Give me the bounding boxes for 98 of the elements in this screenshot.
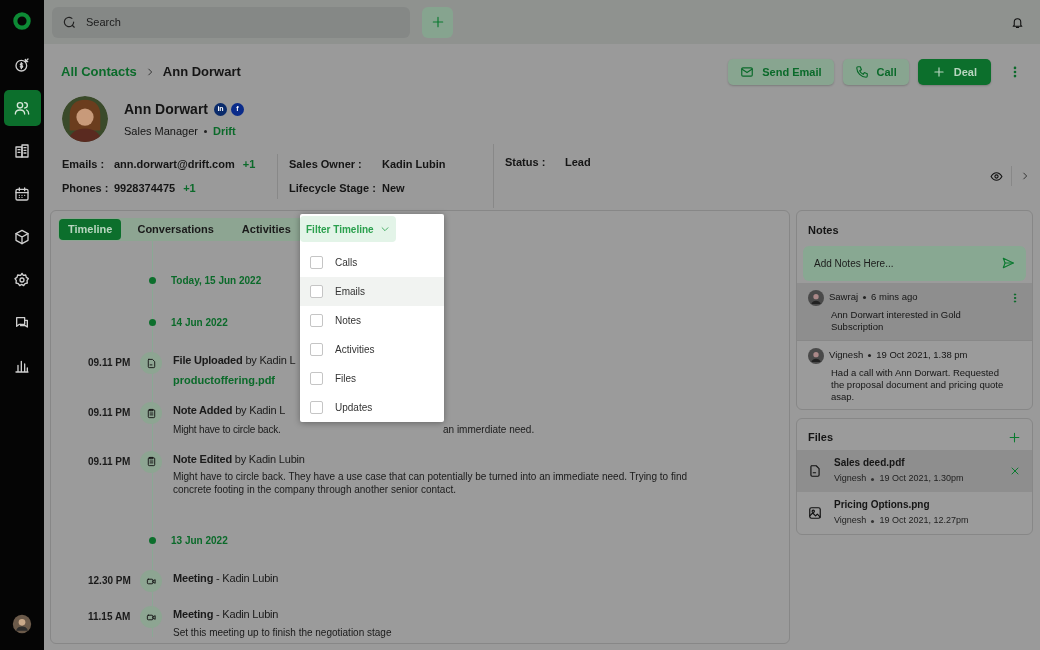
- job-title: Sales Manager: [124, 123, 198, 139]
- file-name: Pricing Options.png: [834, 498, 931, 513]
- clipboard-icon: [145, 456, 157, 467]
- file-item[interactable]: Pricing Options.png Vignesh 19 Oct 2021, 12.27pm: [797, 491, 1032, 534]
- file-name: Sales deed.pdf: [834, 456, 906, 471]
- field-value: Lead: [565, 155, 591, 170]
- field-label: Emails :: [62, 156, 106, 172]
- event-text: Might have to circle back. They have a use case that can potentially be turned into an immediate need. Trying to find concrete footing in the company through another senior contact.: [173, 470, 688, 496]
- field-label: Status :: [505, 155, 547, 170]
- plus-icon: [430, 15, 445, 29]
- date-label: 14 Jun 2022: [171, 315, 228, 330]
- event-title: File Uploaded by Kadin L: [173, 353, 296, 368]
- filter-option[interactable]: Files: [300, 364, 444, 393]
- add-button[interactable]: [422, 6, 453, 38]
- note-author: Vignesh: [829, 348, 864, 363]
- contact-name: Ann Dorwart: [124, 99, 208, 119]
- checkbox[interactable]: [310, 285, 323, 298]
- file-icon: [145, 357, 157, 369]
- clipboard-icon: [145, 407, 157, 419]
- panel-title: Files: [808, 430, 834, 445]
- plus-icon: [931, 65, 946, 79]
- calendar-icon: [14, 186, 30, 202]
- tab[interactable]: Activities: [229, 219, 303, 240]
- companies-icon: [14, 143, 30, 159]
- filter-option[interactable]: Emails: [300, 277, 444, 306]
- date-label: 13 Jun 2022: [171, 533, 228, 548]
- event-title: Meeting - Kadin Lubin: [173, 607, 279, 622]
- event-time: 09.11 PM: [88, 357, 132, 369]
- event-time: 11.15 AM: [88, 611, 132, 623]
- event-title: Note Edited by Kadin Lubin: [173, 451, 305, 467]
- filter-option[interactable]: Notes: [300, 306, 444, 335]
- image-icon: [808, 505, 822, 520]
- note-time: 19 Oct 2021, 1.38 pm: [876, 348, 968, 363]
- breadcrumb-current: Ann Dorwart: [162, 63, 241, 82]
- contacts-icon: [14, 100, 30, 116]
- deal-button[interactable]: Deal: [917, 59, 991, 85]
- search-input[interactable]: Search: [86, 13, 386, 31]
- plus-icon[interactable]: [1008, 430, 1021, 444]
- checkbox[interactable]: [310, 314, 323, 327]
- event-text: Set this meeting up to finish the negotiation stage: [173, 625, 393, 639]
- checkbox[interactable]: [310, 372, 323, 385]
- event-text: an immerdiate need.: [443, 422, 535, 437]
- settings-icon: [14, 272, 30, 288]
- field-value: Kadin Lubin: [382, 156, 446, 172]
- notes-input[interactable]: Add Notes Here...: [814, 255, 1001, 271]
- field-value: ann.dorwart@drift.com: [114, 156, 235, 172]
- panel-title: Notes: [807, 223, 840, 238]
- event-time: 12.30 PM: [88, 575, 132, 587]
- search-icon: [62, 15, 76, 29]
- tab[interactable]: Conversations: [125, 219, 226, 240]
- field-label: Sales Owner :: [289, 156, 363, 172]
- avatar-icon: [808, 289, 824, 306]
- date-label: Today, 15 Jun 2022: [171, 273, 262, 288]
- sidebar-item[interactable]: [3, 90, 41, 126]
- file-item[interactable]: Sales deed.pdf Vignesh 19 Oct 2021, 1.30pm: [797, 449, 1032, 492]
- send-icon[interactable]: [1001, 256, 1015, 270]
- logo-icon: [12, 11, 32, 31]
- avatar-icon: [808, 347, 824, 364]
- checkbox[interactable]: [310, 256, 323, 269]
- notes-input-bar[interactable]: Add Notes Here...: [803, 245, 1026, 281]
- bell-icon[interactable]: [1011, 15, 1024, 29]
- user-avatar-icon[interactable]: [12, 614, 32, 634]
- products-icon: [14, 229, 30, 245]
- reports-icon: [14, 358, 30, 374]
- event-title: Note Added by Kadin L: [173, 403, 286, 418]
- event-title: Meeting - Kadin Lubin: [173, 571, 279, 586]
- file-author: Vignesh: [834, 472, 867, 486]
- field-label: Phones :: [62, 181, 110, 196]
- field-value: 9928374475: [114, 181, 176, 196]
- filter-option[interactable]: Updates: [300, 393, 444, 422]
- note-text: Had a call with Ann Dorwart. Requested the proposal document and pricing quote asap.: [830, 366, 1005, 403]
- file-time: 19 Oct 2021, 12.27pm: [879, 514, 969, 528]
- field-value: New: [382, 181, 405, 196]
- filter-option[interactable]: Activities: [300, 335, 444, 364]
- note-item[interactable]: Sawraj 6 mins ago Ann Dorwart interested in Gold Subscription: [797, 282, 1032, 340]
- field-label: Lifecycle Stage :: [289, 181, 377, 196]
- search-bar[interactable]: Search: [52, 6, 410, 38]
- note-item[interactable]: Vignesh 19 Oct 2021, 1.38 pm Had a call with Ann Dorwart. Requested the proposal document and pricing quote asap.: [797, 339, 1032, 409]
- checkbox[interactable]: [310, 401, 323, 414]
- mail-icon: [740, 65, 755, 79]
- eye-icon[interactable]: [990, 169, 1003, 183]
- event-time: 09.11 PM: [88, 455, 132, 468]
- chevron-down-icon: [379, 224, 390, 234]
- note-time: 6 mins ago: [871, 290, 918, 305]
- deals-icon: [14, 57, 30, 73]
- checkbox[interactable]: [310, 343, 323, 356]
- phone-icon: [854, 65, 869, 79]
- tab[interactable]: Timeline: [59, 219, 122, 240]
- file-author: Vignesh: [834, 514, 867, 528]
- filter-option[interactable]: Calls: [300, 248, 444, 277]
- file-time: 19 Oct 2021, 1.30pm: [879, 472, 964, 486]
- note-author: Sawraj: [829, 290, 859, 305]
- event-text: Might have to circle back.: [173, 422, 282, 437]
- note-text: Ann Dorwart interested in Gold Subscription: [830, 308, 962, 333]
- chevron-right-icon[interactable]: [1020, 171, 1030, 181]
- file-icon: [808, 463, 822, 478]
- event-time: 09.11 PM: [88, 407, 132, 419]
- chat-icon: [14, 315, 30, 331]
